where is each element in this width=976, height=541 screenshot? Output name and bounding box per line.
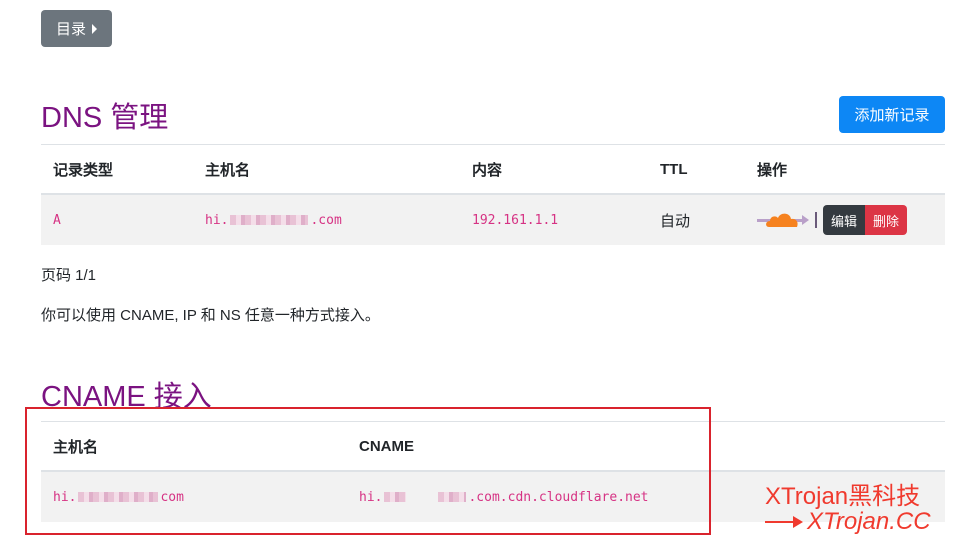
col-hostname: 主机名 — [193, 144, 460, 195]
hostname-suffix: .com — [310, 212, 342, 228]
watermark-url: XTrojan.CC — [765, 508, 931, 536]
arrow-right-icon — [765, 516, 803, 528]
hostname-prefix: hi. — [205, 212, 229, 228]
record-content-cell: 192.161.1.1 — [460, 194, 648, 245]
col-record-type: 记录类型 — [41, 144, 193, 195]
pagination-text: 页码 1/1 — [41, 267, 97, 284]
record-hostname-cell: hi. .com — [193, 194, 460, 245]
record-type-cell: A — [41, 194, 193, 245]
add-record-button[interactable]: 添加新记录 — [839, 96, 945, 133]
caret-right-icon — [92, 23, 97, 34]
record-ttl-cell: 自动 — [648, 194, 745, 245]
toc-button[interactable]: 目录 — [41, 10, 112, 47]
info-text: 你可以使用 CNAME, IP 和 NS 任意一种方式接入。 — [41, 307, 380, 324]
redacted-mask — [230, 215, 309, 225]
record-actions-cell: 编辑 删除 — [745, 194, 945, 245]
highlight-box — [25, 407, 711, 535]
delete-button[interactable]: 删除 — [865, 205, 908, 235]
dns-records-table: 记录类型 主机名 内容 TTL 操作 A hi. .com 192.161.1.1… — [41, 144, 945, 245]
col-ttl: TTL — [648, 144, 745, 195]
divider — [815, 212, 817, 228]
dns-title: DNS 管理 — [41, 102, 169, 134]
watermark-url-text: XTrojan.CC — [807, 508, 931, 535]
edit-button[interactable]: 编辑 — [823, 205, 866, 235]
col-content: 内容 — [460, 144, 648, 195]
watermark-title: XTrojan黑科技 — [765, 483, 921, 510]
table-row: A hi. .com 192.161.1.1 自动 编辑 删除 — [41, 194, 945, 245]
toc-label: 目录 — [55, 21, 86, 38]
cloudflare-proxy-icon[interactable] — [757, 209, 809, 231]
col-actions: 操作 — [745, 144, 945, 195]
